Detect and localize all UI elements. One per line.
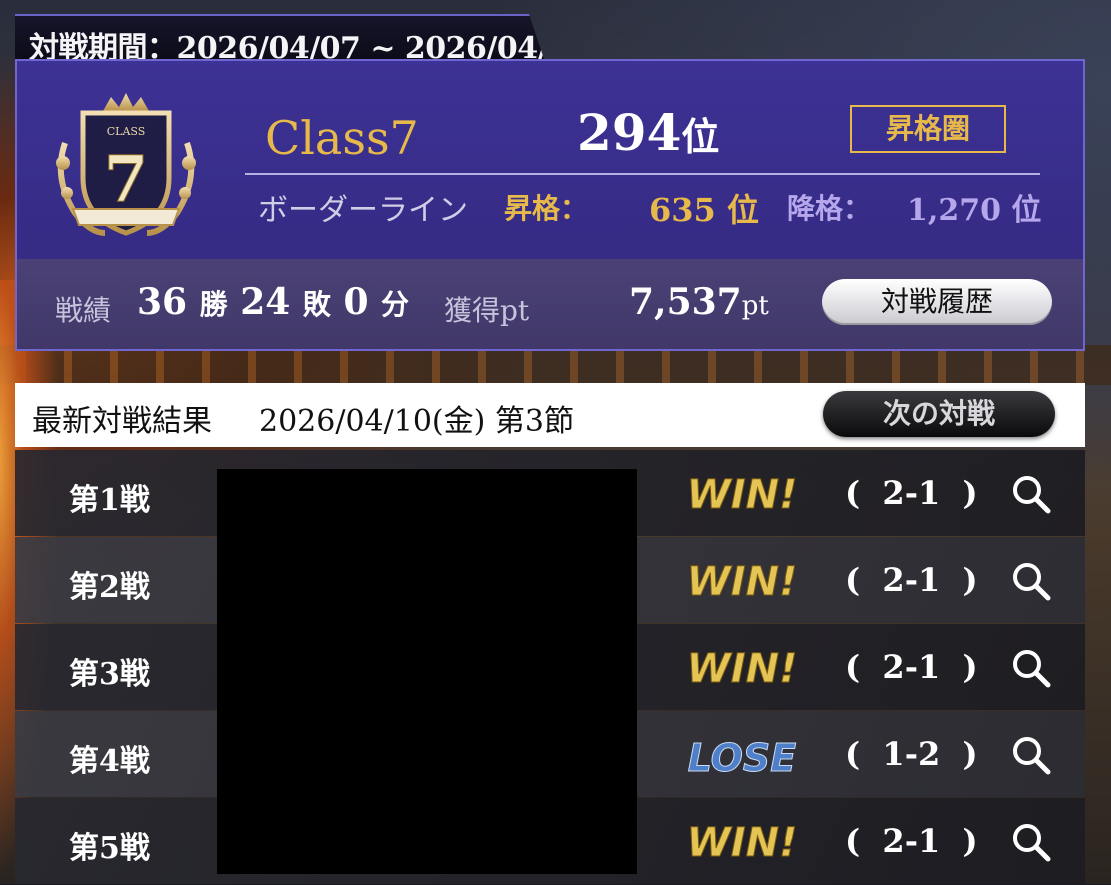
latest-results-title: 最新対戦結果 (32, 404, 212, 439)
match-score: ( 2-1 ) (845, 561, 978, 599)
history-button[interactable]: 対戦履歴 (822, 279, 1052, 325)
magnifier-icon[interactable] (1011, 648, 1051, 688)
emblem-top-text: CLASS (107, 125, 146, 138)
result-text: LOSE (688, 736, 797, 780)
class-emblem-icon: CLASS 7 (56, 93, 196, 236)
points-number: 7,537 (629, 281, 742, 323)
points-unit: pt (741, 291, 769, 321)
result-text: WIN! (687, 646, 797, 692)
match-score: ( 1-2 ) (845, 735, 978, 773)
match-label: 第5戦 (69, 831, 150, 866)
demotion-value: 1,270 位 (907, 193, 1042, 228)
divider (245, 173, 1040, 175)
win-icon: WIN! (687, 820, 797, 867)
match-label: 第4戦 (69, 744, 150, 779)
lose-icon: LOSE (687, 736, 797, 781)
record-values: 36 勝 24 敗 0 分 (137, 281, 409, 323)
points-label: 獲得pt (444, 294, 530, 327)
magnifier-icon[interactable] (1011, 822, 1051, 862)
record-label: 戦績 (55, 294, 112, 327)
emblem-number: 7 (104, 142, 149, 217)
magnifier-icon[interactable] (1011, 474, 1051, 514)
current-rank: 294位 (577, 103, 719, 162)
zone-badge: 昇格圏 (850, 105, 1006, 153)
result-text: WIN! (687, 472, 797, 518)
promotion-value: 635 位 (649, 191, 759, 229)
class-panel: CLASS 7 Class7 294位 昇格圏 ボーダーライン 昇格： 635 … (15, 59, 1085, 351)
period-tab: 対戦期間：2026/04/07 ~ 2026/04/12 (15, 14, 545, 62)
win-icon: WIN! (687, 646, 797, 693)
result-text: WIN! (687, 559, 797, 605)
wins-unit: 勝 (199, 288, 228, 321)
match-label: 第1戦 (69, 483, 150, 518)
border-line-label: ボーダーライン (258, 193, 468, 228)
draws-count: 0 (343, 281, 369, 323)
draws-unit: 分 (381, 288, 410, 321)
latest-results-date: 2026/04/10(金) 第3節 (259, 404, 574, 439)
match-score: ( 2-1 ) (845, 648, 978, 686)
demotion-label: 降格： (787, 192, 872, 225)
losses-unit: 敗 (302, 288, 331, 321)
class-name: Class7 (265, 111, 419, 165)
rank-unit: 位 (681, 114, 720, 159)
win-icon: WIN! (687, 559, 797, 606)
promotion-label: 昇格： (504, 192, 589, 225)
match-score: ( 2-1 ) (845, 474, 978, 512)
losses-count: 24 (240, 281, 291, 323)
wins-count: 36 (137, 281, 188, 323)
match-label: 第2戦 (69, 570, 150, 605)
magnifier-icon[interactable] (1011, 735, 1051, 775)
next-match-button[interactable]: 次の対戦 (823, 391, 1055, 437)
rank-number: 294 (577, 103, 682, 162)
latest-results-header: 最新対戦結果 2026/04/10(金) 第3節 次の対戦 (15, 383, 1085, 447)
result-text: WIN! (687, 820, 797, 866)
match-label: 第3戦 (69, 657, 150, 692)
stats-row: 戦績 36 勝 24 敗 0 分 獲得pt 7,537pt 対戦履歴 (17, 259, 1083, 349)
win-icon: WIN! (687, 472, 797, 519)
magnifier-icon[interactable] (1011, 561, 1051, 601)
match-score: ( 2-1 ) (845, 822, 978, 860)
points-value: 7,537pt (629, 281, 769, 323)
redacted-opponent-area (217, 469, 637, 874)
